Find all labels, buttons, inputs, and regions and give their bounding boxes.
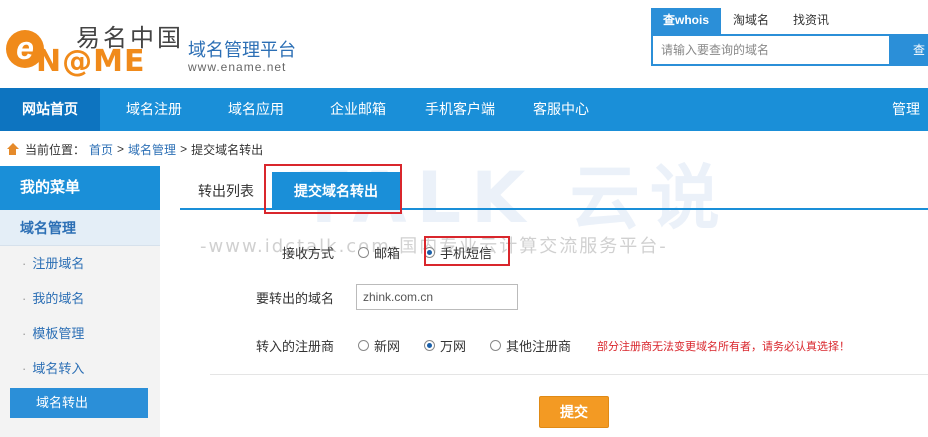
sidebar-item-label: 注册域名: [32, 256, 85, 271]
main-nav: 网站首页 域名注册 域名应用 企业邮箱 手机客户端 客服中心 管理中: [0, 88, 928, 160]
nav-mobile-client[interactable]: 手机客户端: [425, 88, 495, 131]
registrar-label: 转入的注册商: [255, 339, 334, 354]
sidebar-item-transfer-out[interactable]: 域名转出: [10, 388, 148, 418]
nav-management[interactable]: 管理中: [892, 88, 928, 160]
sidebar-item-register[interactable]: · 注册域名: [0, 246, 160, 281]
nav-domain-apps[interactable]: 域名应用: [228, 88, 284, 131]
search-button[interactable]: 查: [891, 34, 928, 66]
search-box: 查whois 淘域名 找资讯 请输入要查询的域名 查: [651, 8, 928, 70]
search-tab-whois[interactable]: 查whois: [651, 8, 722, 34]
header: e 易名中国 N@ME 域名管理平台 www.ename.net 查whois …: [0, 0, 928, 88]
bullet-icon: ·: [22, 256, 27, 271]
tab-transfer-list[interactable]: 转出列表: [198, 172, 254, 210]
search-tab-news[interactable]: 找资讯: [781, 8, 841, 34]
radio-other-registrar[interactable]: 其他注册商: [490, 336, 571, 355]
logo-en-text: N@ME: [36, 44, 146, 79]
sidebar-header: 我的菜单: [0, 166, 160, 210]
row-domain: 要转出的域名 zhink.com.cn: [234, 284, 518, 310]
sidebar-item-my-domains[interactable]: · 我的域名: [0, 281, 160, 316]
nav-enterprise-mail[interactable]: 企业邮箱: [330, 88, 386, 131]
receive-method-label: 接收方式: [281, 246, 334, 261]
radio-email[interactable]: 邮箱: [358, 243, 400, 262]
search-tabs: 查whois 淘域名 找资讯: [651, 8, 841, 34]
domain-label: 要转出的域名: [255, 290, 334, 306]
nav-home[interactable]: 网站首页: [0, 88, 100, 131]
search-tab-buy-domain[interactable]: 淘域名: [721, 8, 781, 34]
highlight-box-tab: [264, 164, 402, 214]
breadcrumb-prefix: 当前位置：: [25, 142, 86, 157]
highlight-box-sms: [424, 236, 510, 266]
domain-input[interactable]: zhink.com.cn: [356, 284, 518, 310]
platform-url: www.ename.net: [188, 60, 287, 74]
bullet-icon: ·: [22, 291, 27, 306]
registrar-warning: 部分注册商无法变更域名所有者，请务必认真选择！: [597, 340, 851, 353]
bullet-icon: ·: [22, 361, 27, 376]
bullet-icon: ·: [22, 326, 27, 341]
breadcrumb-sep: >: [117, 142, 125, 156]
radio-circle: [358, 247, 369, 258]
radio-circle-checked: [424, 340, 436, 351]
form-divider: [210, 374, 928, 375]
row-registrar: 转入的注册商 新网 万网 其他注册商 部分注册商无法变更域名所有者，请务必认真选…: [234, 336, 850, 355]
submit-button[interactable]: 提交: [539, 396, 609, 428]
search-input[interactable]: 请输入要查询的域名: [651, 34, 891, 66]
sidebar-item-transfer-in[interactable]: · 域名转入: [0, 351, 160, 386]
radio-label: 其他注册商: [506, 339, 572, 354]
sidebar-item-label: 模板管理: [32, 326, 85, 341]
radio-wanwang[interactable]: 万网: [424, 336, 466, 355]
breadcrumb-home-link[interactable]: 首页: [89, 141, 113, 158]
radio-circle: [490, 340, 502, 351]
ename-logo[interactable]: e 易名中国 N@ME: [6, 10, 184, 79]
platform-title: 域名管理平台: [188, 40, 296, 60]
sidebar-item-label: 域名转入: [32, 361, 85, 376]
sidebar-item-templates[interactable]: · 模板管理: [0, 316, 160, 351]
sidebar: 我的菜单 域名管理 · 注册域名 · 我的域名 · 模板管理 · 域名转入 域名转出: [0, 166, 160, 437]
nav-domain-register[interactable]: 域名注册: [126, 88, 182, 131]
radio-circle: [358, 340, 369, 351]
sidebar-item-label: 我的域名: [32, 291, 85, 306]
radio-label: 邮箱: [374, 246, 401, 261]
breadcrumb-sep: >: [180, 142, 188, 156]
nav-service-center[interactable]: 客服中心: [533, 88, 589, 131]
radio-label: 万网: [440, 339, 467, 354]
radio-xinnet[interactable]: 新网: [358, 336, 400, 355]
breadcrumb-current: 提交域名转出: [191, 142, 264, 157]
sidebar-section-domain-management[interactable]: 域名管理: [0, 210, 160, 246]
home-icon: [6, 143, 19, 155]
radio-label: 新网: [374, 339, 401, 354]
breadcrumb: 当前位置： 首页 > 域名管理 > 提交域名转出: [6, 139, 263, 159]
breadcrumb-section-link[interactable]: 域名管理: [128, 141, 176, 158]
